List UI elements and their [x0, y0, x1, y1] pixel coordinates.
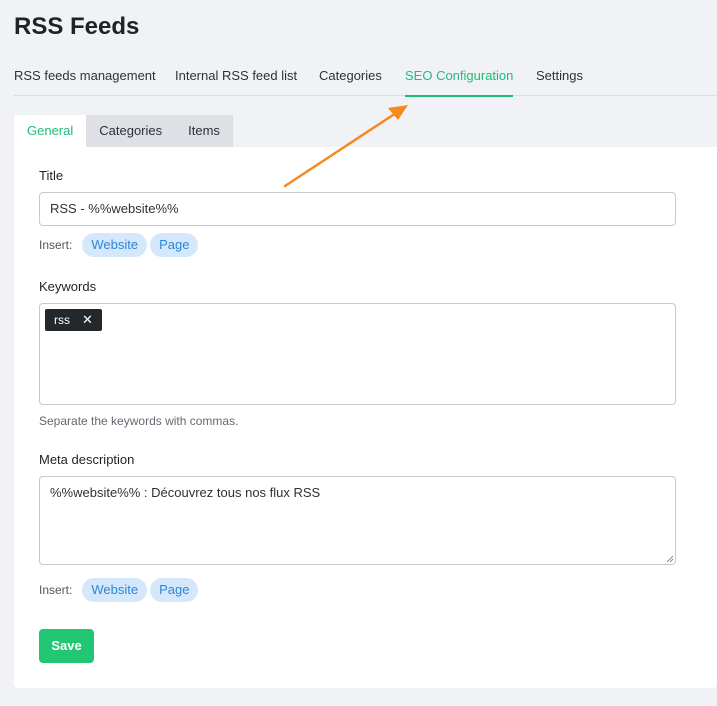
tab-categories[interactable]: Categories — [319, 68, 382, 83]
save-button[interactable]: Save — [39, 629, 94, 663]
subtab-general[interactable]: General — [14, 115, 87, 147]
tab-settings[interactable]: Settings — [536, 68, 583, 83]
title-insert-row: Insert: Website Page — [39, 233, 201, 257]
sub-tab-bar: General Categories Items — [14, 115, 233, 147]
insert-label: Insert: — [39, 238, 73, 252]
meta-description-label: Meta description — [39, 452, 135, 467]
tab-internal-rss-feed-list[interactable]: Internal RSS feed list — [175, 68, 297, 83]
meta-description-textarea[interactable]: %%website%% : Découvrez tous nos flux RS… — [39, 476, 676, 565]
resize-grip-icon[interactable] — [666, 555, 674, 563]
tab-seo-configuration[interactable]: SEO Configuration — [405, 68, 514, 97]
insert-website-button[interactable]: Website — [82, 578, 148, 602]
keywords-input[interactable]: rss ✕ — [39, 303, 676, 405]
insert-page-button[interactable]: Page — [150, 578, 199, 602]
keyword-tag: rss ✕ — [45, 309, 102, 331]
meta-insert-row: Insert: Website Page — [39, 578, 201, 602]
keywords-label: Keywords — [39, 279, 97, 294]
meta-description-value: %%website%% : Découvrez tous nos flux RS… — [50, 485, 321, 500]
page-title: RSS Feeds — [14, 13, 140, 40]
close-icon[interactable]: ✕ — [82, 309, 93, 331]
insert-label: Insert: — [39, 583, 73, 597]
tab-rss-feeds-management[interactable]: RSS feeds management — [14, 68, 156, 83]
seo-form-card: Title RSS - %%website%% Insert: Website … — [14, 147, 717, 688]
keyword-tag-label: rss — [54, 313, 70, 327]
keywords-help-text: Separate the keywords with commas. — [39, 414, 239, 428]
insert-website-button[interactable]: Website — [82, 233, 148, 257]
subtab-categories[interactable]: Categories — [86, 115, 176, 147]
main-tab-bar: RSS feeds management Internal RSS feed l… — [14, 68, 717, 97]
title-input[interactable]: RSS - %%website%% — [39, 192, 676, 226]
subtab-items[interactable]: Items — [175, 115, 233, 147]
title-label: Title — [39, 168, 64, 183]
insert-page-button[interactable]: Page — [150, 233, 199, 257]
